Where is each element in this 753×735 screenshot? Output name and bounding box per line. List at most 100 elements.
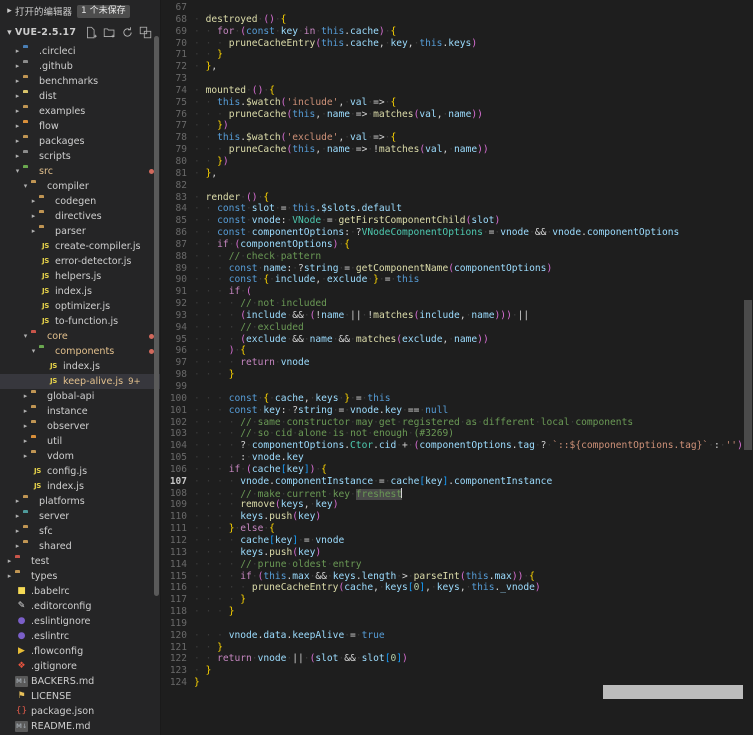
tree-file-editorconfig[interactable]: ✎ .editorconfig: [0, 599, 160, 614]
chevron-right-icon[interactable]: ▸: [12, 494, 23, 509]
code-line[interactable]: · · · · (include·&&·(!name·||·!matches(i…: [194, 310, 753, 322]
collapse-all-icon[interactable]: [139, 26, 152, 39]
code-line[interactable]: [194, 180, 753, 192]
code-line[interactable]: [194, 381, 753, 393]
tree-folder-core[interactable]: ▾ core: [0, 329, 160, 344]
code-line[interactable]: [194, 618, 753, 630]
tree-file-index-js[interactable]: JS index.js: [0, 284, 160, 299]
tree-folder-test[interactable]: ▸ test: [0, 554, 160, 569]
tree-folder-scripts[interactable]: ▸ scripts: [0, 149, 160, 164]
code-line[interactable]: · · · · · pruneCacheEntry(cache,·keys[0]…: [194, 582, 753, 594]
tree-file-readme-md[interactable]: M↓ README.md: [0, 719, 160, 734]
code-line[interactable]: · · }): [194, 120, 753, 132]
chevron-right-icon[interactable]: ▸: [12, 509, 23, 524]
tree-file-index-js[interactable]: JS index.js: [0, 479, 160, 494]
tree-folder-circleci[interactable]: ▸ .circleci: [0, 44, 160, 59]
chevron-down-icon[interactable]: ▾: [20, 179, 31, 194]
code-line[interactable]: · · · · //·excluded: [194, 322, 753, 334]
tree-file-backers-md[interactable]: M↓ BACKERS.md: [0, 674, 160, 689]
code-line[interactable]: · · · · (exclude·&&·name·&&·matches(excl…: [194, 334, 753, 346]
code-line[interactable]: · · · }·else·{: [194, 523, 753, 535]
tree-folder-instance[interactable]: ▸ instance: [0, 404, 160, 419]
tree-file-create-compiler-js[interactable]: JS create-compiler.js: [0, 239, 160, 254]
tree-file-helpers-js[interactable]: JS helpers.js: [0, 269, 160, 284]
code-line[interactable]: · },: [194, 168, 753, 180]
tree-file-config-js[interactable]: JS config.js: [0, 464, 160, 479]
tree-folder-util[interactable]: ▸ util: [0, 434, 160, 449]
tree-folder-observer[interactable]: ▸ observer: [0, 419, 160, 434]
editor-scrollbar[interactable]: [743, 0, 753, 735]
code-line[interactable]: · · · const·{·cache,·keys·}·=·this: [194, 393, 753, 405]
code-line[interactable]: · · · · remove(keys,·key): [194, 499, 753, 511]
chevron-right-icon[interactable]: ▸: [20, 434, 31, 449]
code-editor[interactable]: 67 68 69 70 71 72 73 74 75 76 77 78 79 80 81 82 83 84 85 86…: [160, 0, 753, 735]
code-line[interactable]: · · · · //·so·cid·alone·is·not·enough·(#…: [194, 428, 753, 440]
chevron-right-icon[interactable]: ▸: [28, 194, 39, 209]
code-line[interactable]: [194, 73, 753, 85]
code-line[interactable]: · · · · keys.push(key): [194, 547, 753, 559]
tree-folder-parser[interactable]: ▸ parser: [0, 224, 160, 239]
tree-file-eslintignore[interactable]: ● .eslintignore: [0, 614, 160, 629]
code-line[interactable]: · · · · return·vnode: [194, 357, 753, 369]
tree-folder-examples[interactable]: ▸ examples: [0, 104, 160, 119]
code-line[interactable]: · · · pruneCacheEntry(this.cache,·key,·t…: [194, 38, 753, 50]
chevron-right-icon[interactable]: ▸: [12, 119, 23, 134]
code-line[interactable]: · · }): [194, 156, 753, 168]
code-line[interactable]: · · · · :·vnode.key: [194, 452, 753, 464]
code-line[interactable]: · · for·(const·key·in·this.cache)·{: [194, 26, 753, 38]
tree-file-error-detector-js[interactable]: JS error-detector.js: [0, 254, 160, 269]
tree-folder-dist[interactable]: ▸ dist: [0, 89, 160, 104]
tree-folder-shared[interactable]: ▸ shared: [0, 539, 160, 554]
new-folder-icon[interactable]: [103, 26, 116, 39]
tree-folder-github[interactable]: ▸ .github: [0, 59, 160, 74]
code-line[interactable]: · · const·slot·=·this.$slots.default: [194, 203, 753, 215]
tree-folder-directives[interactable]: ▸ directives: [0, 209, 160, 224]
chevron-right-icon[interactable]: ▸: [28, 224, 39, 239]
tree-file-index-js[interactable]: JS index.js: [0, 359, 160, 374]
chevron-right-icon[interactable]: ▸: [28, 209, 39, 224]
file-tree[interactable]: ▸ .circleci ▸ .github ▸ benchmarks ▸ dist ▸ examp…: [0, 43, 160, 735]
code-line[interactable]: · · · if·(: [194, 286, 753, 298]
code-line[interactable]: · · · · //·prune·oldest·entry: [194, 559, 753, 571]
sidebar-scrollbar[interactable]: [153, 0, 160, 735]
code-line[interactable]: · · · · vnode.componentInstance·=·cache[…: [194, 475, 753, 488]
tree-file-license[interactable]: ⚑ LICENSE: [0, 689, 160, 704]
code-line[interactable]: · }: [194, 665, 753, 677]
code-line[interactable]: · · · }: [194, 606, 753, 618]
chevron-down-icon[interactable]: ▾: [4, 28, 15, 38]
code-line[interactable]: · · const·componentOptions:·?VNodeCompon…: [194, 227, 753, 239]
code-line[interactable]: · · if·(componentOptions)·{: [194, 239, 753, 251]
code-line[interactable]: · · }: [194, 642, 753, 654]
sidebar-scrollbar-thumb[interactable]: [154, 36, 159, 596]
code-line[interactable]: · · return·vnode·||·(slot·&&·slot[0]): [194, 653, 753, 665]
tree-folder-server[interactable]: ▸ server: [0, 509, 160, 524]
tree-file-to-function-js[interactable]: JS to-function.js: [0, 314, 160, 329]
code-line[interactable]: · · · if·(cache[key])·{: [194, 464, 753, 476]
code-line[interactable]: · · · vnode.data.keepAlive·=·true: [194, 630, 753, 642]
code-line[interactable]: · · · const·name:·?string·=·getComponent…: [194, 263, 753, 275]
tree-file-optimizer-js[interactable]: JS optimizer.js: [0, 299, 160, 314]
chevron-right-icon[interactable]: ▸: [20, 419, 31, 434]
chevron-right-icon[interactable]: ▸: [12, 149, 23, 164]
chevron-right-icon[interactable]: ▸: [12, 44, 23, 59]
chevron-right-icon[interactable]: ▸: [20, 404, 31, 419]
code-line[interactable]: · · this.$watch('include',·val·=>·{: [194, 97, 753, 109]
refresh-icon[interactable]: [121, 26, 134, 39]
tree-file-eslintrc[interactable]: ● .eslintrc: [0, 629, 160, 644]
code-line[interactable]: · · const·vnode:·VNode·=·getFirstCompone…: [194, 215, 753, 227]
code-line[interactable]: [194, 2, 753, 14]
tree-folder-types[interactable]: ▸ types: [0, 569, 160, 584]
chevron-right-icon[interactable]: ▸: [12, 134, 23, 149]
chevron-down-icon[interactable]: ▾: [12, 164, 23, 179]
code-line[interactable]: · · · · keys.push(key): [194, 511, 753, 523]
chevron-right-icon[interactable]: ▸: [4, 569, 15, 584]
code-line[interactable]: · render·()·{: [194, 192, 753, 204]
chevron-right-icon[interactable]: ▸: [20, 449, 31, 464]
code-line[interactable]: · destroyed·()·{: [194, 14, 753, 26]
tree-folder-compiler[interactable]: ▾ compiler: [0, 179, 160, 194]
code-line[interactable]: · · · · //·make·current·key·freshest: [194, 487, 753, 500]
code-line[interactable]: · mounted·()·{: [194, 85, 753, 97]
tree-folder-platforms[interactable]: ▸ platforms: [0, 494, 160, 509]
code-line[interactable]: · · this.$watch('exclude',·val·=>·{: [194, 132, 753, 144]
code-content[interactable]: · destroyed·()·{· · for·(const·key·in·th…: [194, 0, 753, 735]
